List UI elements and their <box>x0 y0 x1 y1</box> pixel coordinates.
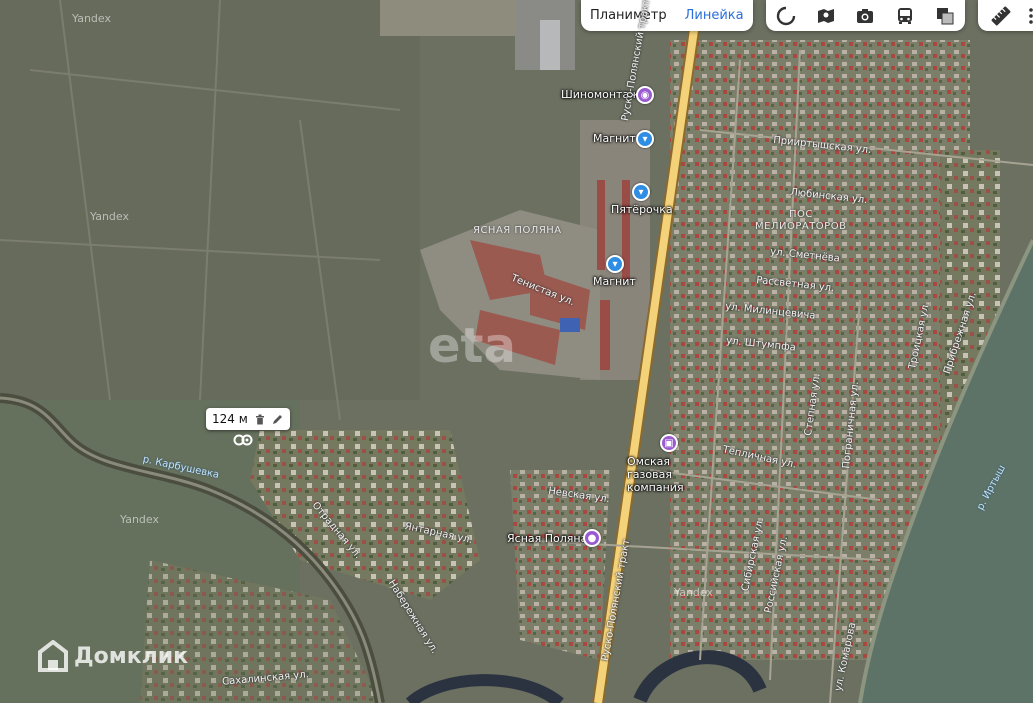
tab-ruler[interactable]: Линейка <box>676 0 753 31</box>
satellite-imagery <box>0 0 1033 703</box>
transport-icon[interactable] <box>890 2 920 30</box>
ruler-measurement-label: 124 м <box>206 408 290 430</box>
trash-icon[interactable] <box>254 413 266 425</box>
house-logo-icon <box>38 640 68 672</box>
poi-label[interactable]: Пятёрочка <box>611 203 673 216</box>
shop-icon[interactable]: ▾ <box>632 183 650 201</box>
yandex-mark: Yandex <box>120 513 159 526</box>
yandex-mark: Yandex <box>674 586 713 599</box>
brand-watermark: Домклик <box>38 640 188 672</box>
poi-label[interactable]: Магнит <box>593 132 636 145</box>
shop-icon[interactable]: ▾ <box>636 130 654 148</box>
brand-name: Домклик <box>74 643 189 669</box>
district-label: ЯСНАЯ ПОЛЯНА <box>473 225 562 236</box>
office-icon[interactable]: ▣ <box>660 434 678 452</box>
locality-icon[interactable]: ● <box>583 529 601 547</box>
photo-icon[interactable] <box>850 2 880 30</box>
district-label: МЕЛИОРАТОРОВ <box>755 221 847 232</box>
layer-toolbar <box>766 0 965 31</box>
poi-label[interactable]: Ясная Поляна <box>507 532 587 545</box>
edit-icon[interactable] <box>272 413 284 425</box>
traffic-icon[interactable] <box>771 2 801 30</box>
layers-icon[interactable] <box>930 2 960 30</box>
more-icon[interactable] <box>1016 2 1033 30</box>
panorama-icon[interactable] <box>811 2 841 30</box>
tab-planimeter[interactable]: Планиметр <box>581 0 676 31</box>
district-label: ПОС <box>789 209 813 220</box>
yandex-mark: Yandex <box>72 12 111 25</box>
poi-label[interactable]: Магнит <box>593 275 636 288</box>
shop-icon[interactable]: ▾ <box>606 255 624 273</box>
distance-value: 124 м <box>212 412 248 426</box>
measure-tabs: Планиметр Линейка <box>581 0 753 31</box>
yandex-mark: Yandex <box>90 210 129 223</box>
ruler-icon[interactable] <box>986 2 1016 30</box>
map-viewport[interactable]: Планиметр Линейка eta Yandex Yandex Yand… <box>0 0 1033 703</box>
tire-service-icon[interactable]: ◉ <box>636 86 654 104</box>
ruler-points-icon[interactable] <box>233 431 255 451</box>
watermark-text: eta <box>428 318 516 374</box>
ruler-toolbar <box>978 0 1033 31</box>
poi-label[interactable]: Омская газовая компания <box>627 455 717 494</box>
